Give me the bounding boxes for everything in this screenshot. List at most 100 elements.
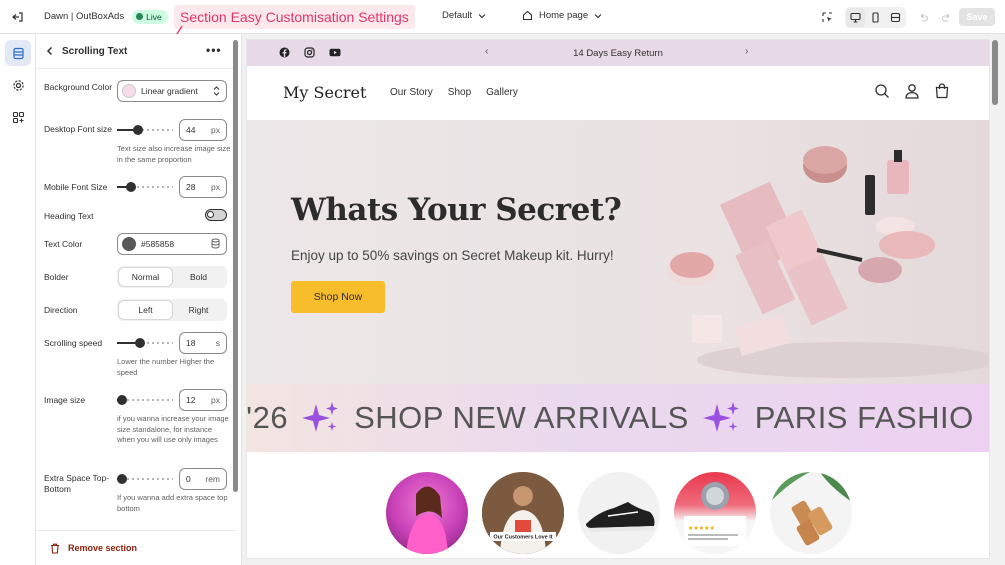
desktop-font-size-input[interactable]: 44 px bbox=[179, 119, 227, 141]
fullscreen-view-button[interactable] bbox=[886, 8, 905, 27]
undo-icon bbox=[920, 13, 929, 22]
store-logo[interactable]: My Secret bbox=[283, 83, 366, 102]
marquee-item: K'26 bbox=[247, 400, 289, 435]
fullscreen-icon bbox=[890, 12, 901, 23]
theme-select[interactable]: Default bbox=[442, 10, 486, 21]
mobile-font-size-slider[interactable] bbox=[117, 182, 173, 192]
image-size-input[interactable]: 12 px bbox=[179, 389, 227, 411]
text-color-input[interactable]: #585858 bbox=[117, 233, 227, 255]
redo-icon bbox=[941, 13, 950, 22]
more-options-button[interactable]: ••• bbox=[206, 43, 222, 57]
search-icon[interactable] bbox=[874, 83, 890, 99]
redo-button[interactable] bbox=[937, 8, 956, 27]
image-size-slider[interactable] bbox=[117, 395, 173, 405]
scrolling-speed-unit: s bbox=[215, 338, 220, 348]
account-icon[interactable] bbox=[904, 83, 920, 99]
exit-icon[interactable] bbox=[0, 0, 36, 34]
mobile-font-size-input[interactable]: 28 px bbox=[179, 176, 227, 198]
annotation-callout: Section Easy Customisation Settings bbox=[174, 5, 415, 29]
hero-subtitle: Enjoy up to 50% savings on Secret Makeup… bbox=[291, 248, 614, 263]
background-color-swatch bbox=[122, 84, 136, 98]
announcement-next-icon[interactable]: › bbox=[745, 46, 748, 57]
desktop-font-size-slider[interactable] bbox=[117, 125, 173, 135]
desktop-view-button[interactable] bbox=[846, 8, 865, 27]
remove-section-label: Remove section bbox=[68, 543, 138, 553]
image-circles-section: Our Customers Love It ★★★★★ bbox=[247, 452, 989, 558]
text-color-value: #585858 bbox=[141, 239, 175, 249]
nav-item-shop[interactable]: Shop bbox=[448, 87, 471, 98]
slider-handle[interactable] bbox=[133, 125, 143, 135]
toggle-knob bbox=[207, 211, 214, 218]
image-size-label: Image size bbox=[44, 395, 86, 405]
mobile-icon bbox=[872, 12, 879, 23]
theme-settings-button[interactable] bbox=[5, 72, 31, 98]
circle-image-sneaker[interactable] bbox=[578, 472, 660, 554]
sections-button[interactable] bbox=[5, 40, 31, 66]
cosmetics-product-image bbox=[667, 146, 989, 378]
nav-item-our-story[interactable]: Our Story bbox=[390, 87, 433, 98]
text-color-swatch bbox=[122, 237, 136, 251]
direction-option-left[interactable]: Left bbox=[119, 301, 172, 319]
announcement-bar: ‹ 14 Days Easy Return › bbox=[247, 40, 989, 66]
circle-image-fashion[interactable] bbox=[386, 472, 468, 554]
select-chevron-icon bbox=[213, 86, 220, 96]
extra-space-slider[interactable] bbox=[117, 474, 173, 484]
background-color-label: Background Color bbox=[44, 82, 113, 92]
store-name: Dawn | OutBoxAds bbox=[44, 11, 125, 22]
bolder-option-normal[interactable]: Normal bbox=[119, 268, 172, 286]
scrolling-speed-label: Scrolling speed bbox=[44, 338, 103, 348]
chevron-down-icon bbox=[478, 13, 486, 18]
circle-image-customer[interactable]: Our Customers Love It bbox=[482, 472, 564, 554]
background-color-select[interactable]: Linear gradient bbox=[117, 80, 227, 102]
scrolling-speed-slider[interactable] bbox=[117, 338, 173, 348]
top-tools bbox=[818, 7, 956, 28]
circle-image-review[interactable]: ★★★★★ bbox=[674, 472, 756, 554]
home-icon bbox=[522, 10, 533, 21]
heading-text-toggle[interactable] bbox=[205, 209, 227, 221]
circle-image-products[interactable] bbox=[770, 472, 852, 554]
main-nav: Our Story Shop Gallery bbox=[390, 87, 518, 98]
slider-handle[interactable] bbox=[135, 338, 145, 348]
undo-button[interactable] bbox=[914, 8, 933, 27]
header-icons bbox=[874, 83, 950, 99]
slider-handle[interactable] bbox=[117, 474, 127, 484]
chevron-left-icon bbox=[46, 46, 53, 56]
announcement-text: 14 Days Easy Return bbox=[573, 48, 663, 59]
app-embeds-button[interactable] bbox=[5, 104, 31, 130]
page-select[interactable]: Home page bbox=[522, 10, 602, 21]
apps-icon bbox=[12, 111, 24, 123]
shop-now-button[interactable]: Shop Now bbox=[291, 281, 385, 313]
circle-caption: Our Customers Love It bbox=[493, 535, 552, 541]
panel-title: Scrolling Text bbox=[62, 45, 128, 57]
extra-space-label: Extra Space Top-Bottom bbox=[44, 473, 110, 494]
mobile-view-button[interactable] bbox=[866, 8, 885, 27]
slider-handle[interactable] bbox=[126, 182, 136, 192]
text-color-label: Text Color bbox=[44, 239, 83, 249]
cart-icon[interactable] bbox=[934, 83, 950, 99]
save-button[interactable]: Save bbox=[959, 8, 995, 26]
bolder-option-bold[interactable]: Bold bbox=[172, 268, 225, 286]
scrolling-speed-input[interactable]: 18 s bbox=[179, 332, 227, 354]
desktop-font-size-unit: px bbox=[211, 125, 220, 135]
inspector-button[interactable] bbox=[818, 8, 837, 27]
background-color-value: Linear gradient bbox=[141, 86, 198, 96]
settings-panel: Scrolling Text ••• Background Color Line… bbox=[36, 34, 242, 565]
live-dot-icon bbox=[136, 13, 144, 20]
panel-scrollbar[interactable] bbox=[233, 40, 238, 492]
extra-space-input[interactable]: 0 rem bbox=[179, 468, 227, 490]
slider-handle[interactable] bbox=[117, 395, 127, 405]
scrolling-text-section: K'26 SHOP NEW ARRIVALS PARIS FASHIO bbox=[247, 384, 989, 452]
sections-icon bbox=[12, 47, 24, 59]
heading-text-label: Heading Text bbox=[44, 211, 94, 221]
back-button[interactable] bbox=[40, 41, 60, 61]
desktop-font-size-help: Text size also increase image size in th… bbox=[117, 144, 231, 164]
nav-item-gallery[interactable]: Gallery bbox=[486, 87, 518, 98]
trash-icon bbox=[51, 543, 59, 554]
extra-space-value: 0 bbox=[186, 474, 191, 484]
preview-scrollbar[interactable] bbox=[992, 40, 998, 105]
direction-segmented: Left Right bbox=[117, 299, 227, 321]
desktop-icon bbox=[850, 12, 861, 23]
gear-icon bbox=[12, 79, 24, 91]
remove-section-button[interactable]: Remove section bbox=[36, 530, 236, 565]
direction-option-right[interactable]: Right bbox=[172, 301, 225, 319]
